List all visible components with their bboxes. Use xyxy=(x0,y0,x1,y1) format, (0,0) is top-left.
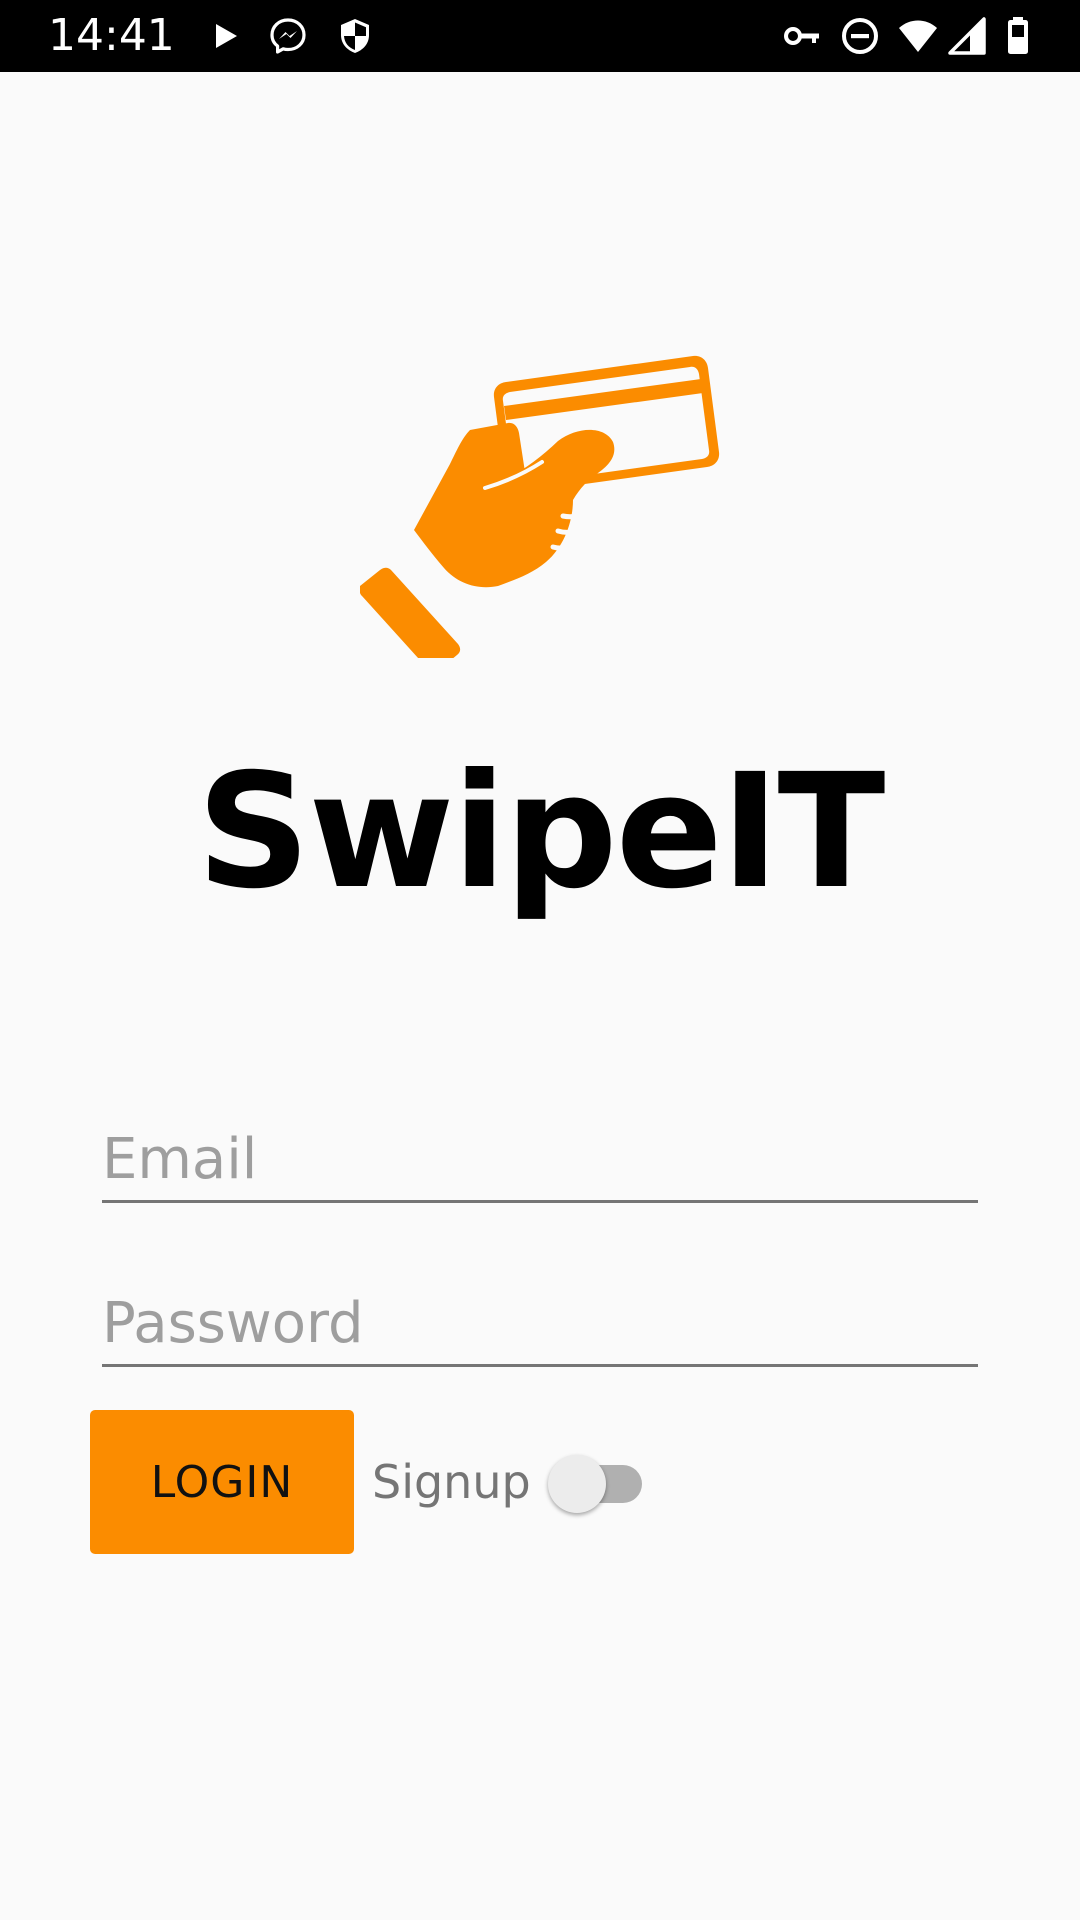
wifi-icon xyxy=(898,16,938,56)
signup-label: Signup xyxy=(372,1455,531,1509)
app-title: SwipeIT xyxy=(196,740,886,924)
toggle-thumb xyxy=(548,1455,606,1513)
login-button[interactable]: LOGIN xyxy=(90,1410,354,1554)
status-bar: 14:41 xyxy=(0,0,1080,72)
battery-icon xyxy=(998,16,1038,56)
shield-icon xyxy=(335,16,375,56)
hand-holding-card-icon xyxy=(360,348,720,658)
signup-toggle[interactable] xyxy=(544,1454,646,1514)
password-field[interactable] xyxy=(102,1282,978,1367)
email-field[interactable] xyxy=(102,1118,978,1203)
vpn-key-icon xyxy=(782,16,822,56)
signal-icon xyxy=(948,16,988,56)
do-not-disturb-icon xyxy=(840,16,880,56)
status-time: 14:41 xyxy=(48,10,175,61)
email-input[interactable] xyxy=(102,1118,978,1200)
password-input[interactable] xyxy=(102,1282,978,1364)
messenger-icon xyxy=(268,16,308,56)
play-icon xyxy=(205,16,245,56)
